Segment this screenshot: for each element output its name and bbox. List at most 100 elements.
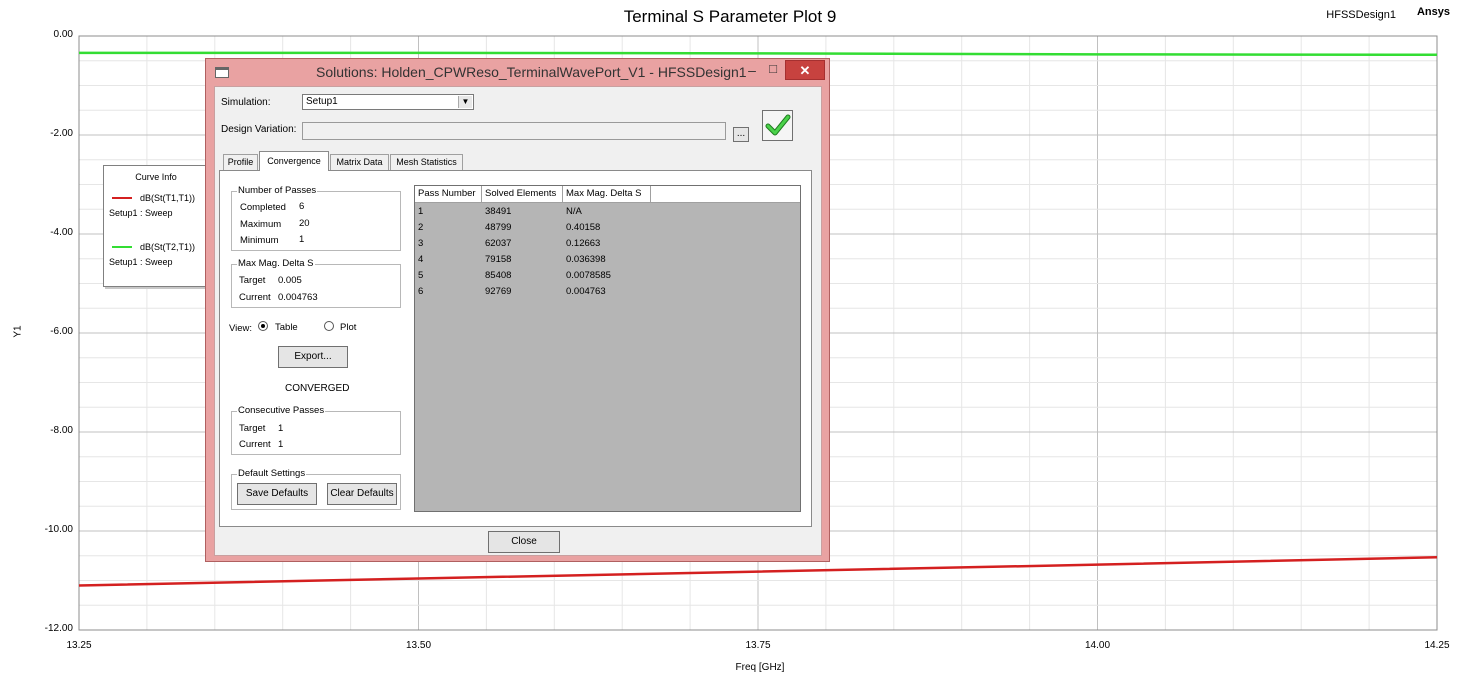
convergence-status: CONVERGED [285, 383, 350, 394]
maximum-value: 20 [299, 218, 310, 229]
table-cell: 0.40158 [566, 222, 601, 233]
table-cell: 0.12663 [566, 238, 601, 249]
column-header-max-mag-delta[interactable]: Max Mag. Delta S [563, 186, 651, 202]
y-tick-label: -8.00 [50, 425, 73, 436]
apply-check-button[interactable] [762, 110, 793, 141]
table-row[interactable]: 2 48799 0.40158 [415, 220, 800, 236]
column-header-solved-elements[interactable]: Solved Elements [482, 186, 563, 202]
consecutive-target-label: Target [239, 423, 266, 434]
table-cell: 79158 [485, 254, 512, 265]
y-tick-label: 0.00 [53, 29, 73, 40]
x-tick-label: 14.00 [1084, 640, 1111, 651]
group-caption: Default Settings [237, 468, 307, 479]
design-variation-label: Design Variation: [221, 124, 297, 135]
legend-swatch-red [112, 197, 132, 199]
table-cell: 6 [418, 286, 424, 297]
minimum-label: Minimum [240, 235, 279, 246]
delta-target-value: 0.005 [278, 275, 302, 286]
table-cell: N/A [566, 206, 582, 217]
brand-label: Ansys [1416, 6, 1450, 18]
checkmark-icon [765, 114, 791, 136]
plot-title: Terminal S Parameter Plot 9 [623, 7, 837, 26]
table-cell: 92769 [485, 286, 512, 297]
table-cell: 3 [418, 238, 424, 249]
max-mag-delta-group: Max Mag. Delta S Target 0.005 Current 0.… [231, 258, 401, 308]
convergence-table[interactable]: Pass Number Solved Elements Max Mag. Del… [414, 185, 801, 512]
y-tick-label: -4.00 [50, 227, 73, 238]
browse-button[interactable]: ... [733, 127, 749, 142]
simulation-label: Simulation: [221, 97, 271, 108]
delta-current-value: 0.004763 [278, 292, 318, 303]
legend-series-name: dB(St(T2,T1)) [140, 242, 196, 252]
legend-series-name: dB(St(T1,T1)) [140, 193, 196, 203]
tab-convergence[interactable]: Convergence [259, 151, 329, 171]
table-cell: 1 [418, 206, 424, 217]
dialog-body: Simulation: Setup1 ▼ Design Variation: .… [214, 86, 822, 556]
tab-profile[interactable]: Profile [223, 154, 258, 170]
legend-title: Curve Info [135, 172, 177, 182]
chevron-down-icon: ▼ [458, 96, 472, 108]
table-row[interactable]: 5 85408 0.0078585 [415, 268, 800, 284]
y-tick-label: -12.00 [44, 623, 73, 634]
x-tick-label: 13.75 [745, 640, 771, 651]
design-name: HFSSDesign1 [1326, 9, 1396, 21]
curve-info-legend[interactable]: Curve Info dB(St(T1,T1)) Setup1 : Sweep … [103, 165, 209, 287]
minimize-button[interactable]: – [743, 63, 761, 79]
table-row[interactable]: 6 92769 0.004763 [415, 284, 800, 300]
table-cell: 62037 [485, 238, 512, 249]
legend-series-subtitle: Setup1 : Sweep [109, 208, 173, 218]
legend-swatch-green [112, 246, 132, 248]
y-tick-label: -2.00 [50, 128, 73, 139]
window-icon [215, 67, 229, 78]
view-table-radio[interactable] [258, 321, 268, 331]
group-caption: Number of Passes [237, 185, 318, 196]
table-cell: 0.004763 [566, 286, 606, 297]
table-cell: 4 [418, 254, 424, 265]
y-tick-label: -10.00 [44, 524, 73, 535]
legend-series-subtitle: Setup1 : Sweep [109, 257, 173, 267]
view-table-label[interactable]: Table [275, 322, 298, 333]
minimum-value: 1 [299, 234, 305, 245]
table-row[interactable]: 1 38491 N/A [415, 204, 800, 220]
simulation-value: Setup1 [306, 96, 338, 107]
completed-value: 6 [299, 201, 305, 212]
consecutive-current-value: 1 [278, 439, 284, 450]
table-cell: 38491 [485, 206, 512, 217]
table-row[interactable]: 3 62037 0.12663 [415, 236, 800, 252]
x-tick-label: 13.50 [405, 640, 432, 651]
table-cell: 0.0078585 [566, 270, 611, 281]
table-cell: 2 [418, 222, 424, 233]
column-header-pass-number[interactable]: Pass Number [415, 186, 482, 202]
close-button[interactable]: Close [488, 531, 560, 553]
simulation-select[interactable]: Setup1 ▼ [302, 94, 474, 110]
y-axis-label: Y1 [12, 325, 24, 338]
table-cell: 5 [418, 270, 424, 281]
default-settings-group: Default Settings Save Defaults Clear Def… [231, 468, 401, 510]
save-defaults-button[interactable]: Save Defaults [237, 483, 317, 505]
x-axis-label: Freq [GHz] [735, 662, 785, 673]
tab-matrix-data[interactable]: Matrix Data [330, 154, 389, 170]
consecutive-passes-group: Consecutive Passes Target 1 Current 1 [231, 405, 401, 455]
view-plot-radio[interactable] [324, 321, 334, 331]
table-row[interactable]: 4 79158 0.036398 [415, 252, 800, 268]
tab-mesh-statistics[interactable]: Mesh Statistics [390, 154, 463, 170]
maximize-button[interactable]: □ [765, 62, 781, 78]
number-of-passes-group: Number of Passes Completed 6 Maximum 20 … [231, 185, 401, 251]
table-cell: 48799 [485, 222, 512, 233]
view-label: View: [229, 323, 253, 334]
view-plot-label[interactable]: Plot [340, 322, 356, 333]
x-tick-label: 14.25 [1424, 640, 1450, 651]
dialog-title-bar[interactable]: Solutions: Holden_CPWReso_TerminalWavePo… [206, 59, 831, 85]
table-cell: 85408 [485, 270, 512, 281]
dialog-title: Solutions: Holden_CPWReso_TerminalWavePo… [316, 64, 747, 80]
consecutive-current-label: Current [239, 439, 271, 450]
table-cell: 0.036398 [566, 254, 606, 265]
export-button[interactable]: Export... [278, 346, 348, 368]
convergence-panel: Number of Passes Completed 6 Maximum 20 … [219, 170, 812, 527]
solutions-dialog: Solutions: Holden_CPWReso_TerminalWavePo… [205, 58, 830, 562]
design-variation-field[interactable] [302, 122, 726, 140]
window-close-button[interactable]: ✕ [785, 60, 825, 80]
maximum-label: Maximum [240, 219, 282, 230]
delta-current-label: Current [239, 292, 271, 303]
clear-defaults-button[interactable]: Clear Defaults [327, 483, 397, 505]
